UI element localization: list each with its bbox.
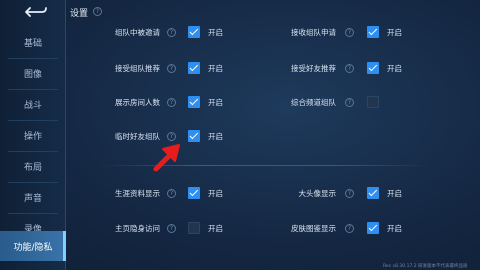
setting-checkbox[interactable] bbox=[188, 222, 200, 234]
toggle-on-label: 开启 bbox=[208, 189, 223, 198]
help-circle-icon[interactable]: ? bbox=[345, 64, 354, 73]
setting-checkbox[interactable] bbox=[188, 96, 200, 108]
toggle-on-label: 开启 bbox=[208, 224, 223, 233]
sidebar-item-label: 布局 bbox=[23, 163, 42, 173]
back-arrow-icon bbox=[25, 7, 47, 17]
setting-checkbox[interactable] bbox=[188, 187, 200, 199]
red-arrow-icon bbox=[153, 144, 180, 172]
sidebar-item-battle[interactable]: 战斗 bbox=[0, 89, 66, 120]
setting-label: 综合频道组队 bbox=[291, 98, 336, 107]
back-button[interactable] bbox=[22, 3, 50, 21]
toggle-on-label: 开启 bbox=[387, 224, 402, 233]
setting-label: 大头像显示 bbox=[298, 189, 337, 198]
toggle-on-label: 开启 bbox=[387, 28, 402, 37]
help-circle-icon[interactable]: ? bbox=[167, 189, 176, 198]
toggle-on-label: 开启 bbox=[387, 64, 402, 73]
page-title: 设置 bbox=[70, 9, 89, 19]
help-circle-icon[interactable]: ? bbox=[167, 98, 176, 107]
setting-checkbox[interactable] bbox=[367, 222, 379, 234]
sidebar-item-controls[interactable]: 操作 bbox=[0, 120, 66, 151]
setting-checkbox[interactable] bbox=[188, 62, 200, 74]
setting-label: 接收组队申请 bbox=[291, 28, 336, 37]
setting-checkbox[interactable] bbox=[367, 26, 379, 38]
sidebar-item-label: 图像 bbox=[23, 70, 42, 80]
help-circle-icon[interactable]: ? bbox=[345, 98, 354, 107]
sidebar: 基础 图像 战斗 操作 布局 声音 录像 功能/隐私 bbox=[0, 0, 66, 270]
setting-label: 接受好友推荐 bbox=[291, 64, 336, 73]
help-circle-icon[interactable]: ? bbox=[167, 64, 176, 73]
toggle-on-label: 开启 bbox=[208, 28, 223, 37]
setting-label: 生涯资料显示 bbox=[115, 189, 160, 198]
sidebar-item-label: 基础 bbox=[23, 39, 42, 49]
sidebar-item-basic[interactable]: 基础 bbox=[0, 27, 66, 58]
setting-checkbox[interactable] bbox=[188, 130, 200, 142]
section-divider bbox=[100, 165, 430, 166]
help-circle-icon[interactable]: ? bbox=[167, 28, 176, 37]
setting-checkbox[interactable] bbox=[367, 62, 379, 74]
settings-screen: 基础 图像 战斗 操作 布局 声音 录像 功能/隐私 设置 ? 组队中被邀请 ?… bbox=[0, 0, 480, 270]
sidebar-item-graphics[interactable]: 图像 bbox=[0, 58, 66, 89]
sidebar-item-label: 战斗 bbox=[23, 101, 42, 111]
setting-label: 接受组队推荐 bbox=[115, 64, 160, 73]
setting-checkbox[interactable] bbox=[188, 26, 200, 38]
sidebar-item-features-privacy[interactable]: 功能/隐私 bbox=[0, 231, 66, 261]
toggle-on-label: 开启 bbox=[208, 132, 223, 141]
sidebar-item-sound[interactable]: 声音 bbox=[0, 182, 66, 213]
setting-label: 组队中被邀请 bbox=[115, 28, 160, 37]
help-circle-icon[interactable]: ? bbox=[345, 28, 354, 37]
toggle-on-label: 开启 bbox=[208, 98, 223, 107]
help-circle-icon[interactable]: ? bbox=[345, 224, 354, 233]
version-text: Res v8.30.17.2 研发版本不代表最终品质 bbox=[383, 264, 468, 269]
setting-checkbox[interactable] bbox=[367, 187, 379, 199]
sidebar-item-label: 功能/隐私 bbox=[13, 242, 53, 253]
setting-label: 临时好友组队 bbox=[115, 132, 160, 141]
help-circle-icon[interactable]: ? bbox=[93, 7, 102, 16]
toggle-on-label: 开启 bbox=[387, 189, 402, 198]
setting-label: 主页隐身访问 bbox=[115, 224, 160, 233]
sidebar-item-layout[interactable]: 布局 bbox=[0, 151, 66, 182]
sidebar-item-label: 声音 bbox=[23, 194, 42, 204]
help-circle-icon[interactable]: ? bbox=[345, 189, 354, 198]
sidebar-item-label: 操作 bbox=[23, 132, 42, 142]
help-circle-icon[interactable]: ? bbox=[167, 224, 176, 233]
toggle-on-label: 开启 bbox=[208, 64, 223, 73]
setting-label: 展示房间人数 bbox=[115, 98, 160, 107]
setting-label: 皮肤图鉴显示 bbox=[291, 224, 336, 233]
setting-checkbox[interactable] bbox=[367, 96, 379, 108]
